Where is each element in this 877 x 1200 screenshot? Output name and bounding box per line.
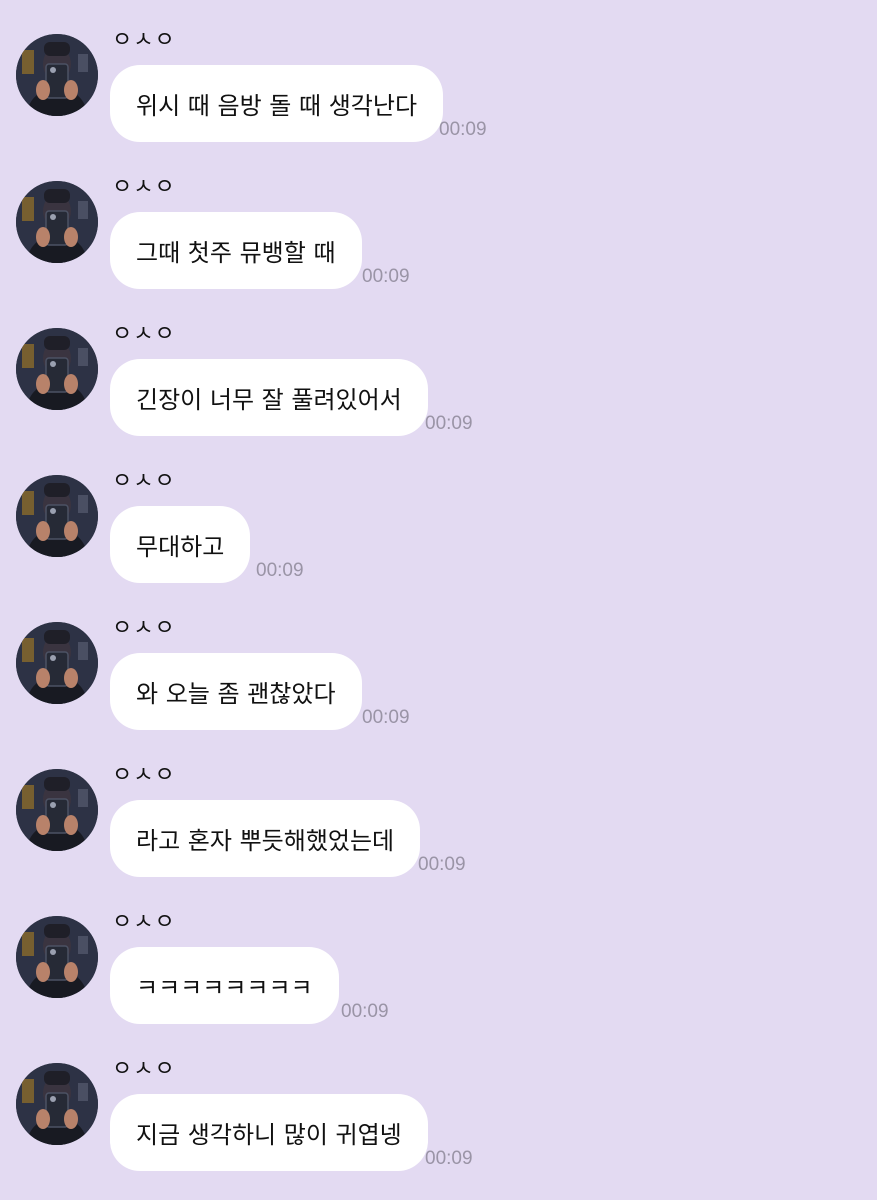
- message-bubble[interactable]: ㅋㅋㅋㅋㅋㅋㅋㅋ: [110, 947, 339, 1024]
- sender-name: ㅇㅅㅇ: [112, 175, 176, 200]
- message-timestamp: 00:09: [439, 119, 487, 140]
- message-timestamp: 00:09: [418, 854, 466, 875]
- message-bubble[interactable]: 와 오늘 좀 괜찮았다: [110, 653, 362, 730]
- message-bubble[interactable]: 위시 때 음방 돌 때 생각난다: [110, 65, 444, 142]
- message-timestamp: 00:09: [341, 1001, 389, 1022]
- avatar[interactable]: [16, 34, 98, 116]
- sender-name: ㅇㅅㅇ: [112, 322, 176, 347]
- message-row: ㅇㅅㅇ 무대하고 00:09: [0, 441, 877, 588]
- message-bubble[interactable]: 그때 첫주 뮤뱅할 때: [110, 212, 362, 289]
- avatar[interactable]: [16, 181, 98, 263]
- message-timestamp: 00:09: [362, 707, 410, 728]
- sender-name: ㅇㅅㅇ: [112, 469, 176, 494]
- avatar[interactable]: [16, 769, 98, 851]
- message-timestamp: 00:09: [362, 266, 410, 287]
- message-row: ㅇㅅㅇ 지금 생각하니 많이 귀엽넹 00:09: [0, 1029, 877, 1176]
- sender-name: ㅇㅅㅇ: [112, 910, 176, 935]
- profile-photo-icon: [16, 916, 98, 998]
- sender-name: ㅇㅅㅇ: [112, 616, 176, 641]
- message-bubble[interactable]: 긴장이 너무 잘 풀려있어서: [110, 359, 428, 436]
- message-timestamp: 00:09: [425, 413, 473, 434]
- avatar[interactable]: [16, 328, 98, 410]
- message-row: ㅇㅅㅇ ㅋㅋㅋㅋㅋㅋㅋㅋ 00:09: [0, 882, 877, 1029]
- message-timestamp: 00:09: [256, 560, 304, 581]
- profile-photo-icon: [16, 328, 98, 410]
- avatar[interactable]: [16, 1063, 98, 1145]
- sender-name: ㅇㅅㅇ: [112, 1057, 176, 1082]
- profile-photo-icon: [16, 475, 98, 557]
- avatar[interactable]: [16, 916, 98, 998]
- chat-message-list[interactable]: ㅇㅅㅇ 위시 때 음방 돌 때 생각난다 00:09 ㅇㅅㅇ 그때 첫주 뮤뱅할…: [0, 0, 877, 1200]
- profile-photo-icon: [16, 34, 98, 116]
- profile-photo-icon: [16, 1063, 98, 1145]
- message-bubble[interactable]: 무대하고: [110, 506, 251, 583]
- avatar[interactable]: [16, 475, 98, 557]
- message-row: ㅇㅅㅇ 그때 첫주 뮤뱅할 때 00:09: [0, 147, 877, 294]
- message-timestamp: 00:09: [425, 1148, 473, 1169]
- profile-photo-icon: [16, 622, 98, 704]
- profile-photo-icon: [16, 181, 98, 263]
- avatar[interactable]: [16, 622, 98, 704]
- sender-name: ㅇㅅㅇ: [112, 28, 176, 53]
- message-row: ㅇㅅㅇ 라고 혼자 뿌듯해했었는데 00:09: [0, 735, 877, 882]
- message-bubble[interactable]: 라고 혼자 뿌듯해했었는데: [110, 800, 421, 877]
- message-row: ㅇㅅㅇ 긴장이 너무 잘 풀려있어서 00:09: [0, 294, 877, 441]
- message-bubble[interactable]: 지금 생각하니 많이 귀엽넹: [110, 1094, 428, 1171]
- profile-photo-icon: [16, 769, 98, 851]
- sender-name: ㅇㅅㅇ: [112, 763, 176, 788]
- message-row: ㅇㅅㅇ 와 오늘 좀 괜찮았다 00:09: [0, 588, 877, 735]
- message-row: ㅇㅅㅇ 위시 때 음방 돌 때 생각난다 00:09: [0, 0, 877, 147]
